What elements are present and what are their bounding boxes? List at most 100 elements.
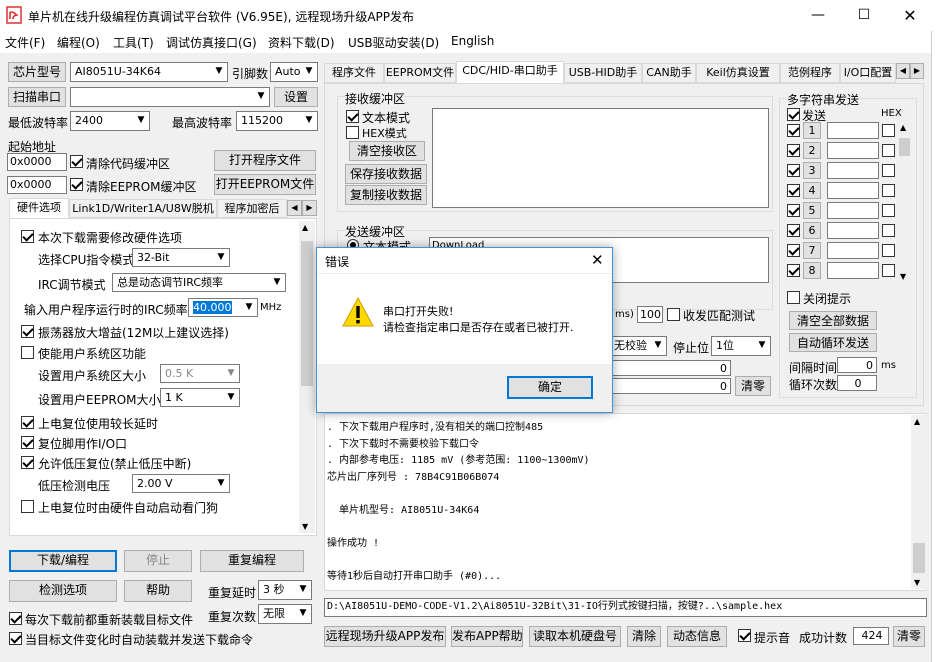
- dialog-ok-button[interactable]: 确定: [507, 376, 593, 399]
- hw-scroll-thumb[interactable]: [301, 241, 313, 386]
- clear-eeprom-checkbox[interactable]: [70, 178, 83, 191]
- clear-count-button[interactable]: 清零: [735, 376, 771, 396]
- multi-send-button[interactable]: 6: [803, 222, 821, 239]
- tab-examples[interactable]: 范例程序: [780, 63, 840, 83]
- multi-hex-checkbox[interactable]: [882, 164, 895, 177]
- multi-send-input[interactable]: [827, 142, 879, 159]
- auto-loop-send-button[interactable]: 自动循环发送: [789, 333, 877, 352]
- help-button[interactable]: 帮助: [124, 580, 192, 602]
- menu-program[interactable]: 编程(O): [57, 34, 100, 51]
- menu-english[interactable]: English: [451, 34, 494, 48]
- irc-freq-select[interactable]: 40.000 ▼: [188, 298, 258, 317]
- multi-send-scrollbar[interactable]: ▲ ▼: [897, 122, 912, 282]
- multi-send-input[interactable]: [827, 182, 879, 199]
- menu-usb[interactable]: USB驱动安装(D): [348, 34, 439, 51]
- irc-mode-select[interactable]: 总是动态调节IRC频率 ▼: [112, 273, 286, 292]
- lead-count-select[interactable]: Auto ▼: [270, 62, 318, 82]
- multi-hex-checkbox[interactable]: [882, 124, 895, 137]
- repeat-program-button[interactable]: 重复编程: [200, 550, 304, 572]
- tab-scroll-right-icon[interactable]: ▶: [302, 200, 317, 216]
- match-test-checkbox[interactable]: [667, 308, 680, 321]
- check-options-button[interactable]: 检测选项: [9, 580, 117, 602]
- multi-send-input[interactable]: [827, 122, 879, 139]
- multi-send-input[interactable]: [827, 222, 879, 239]
- scroll-up-icon[interactable]: ▲: [914, 417, 920, 426]
- settings-button[interactable]: 设置: [274, 87, 318, 107]
- multi-hex-checkbox[interactable]: [882, 204, 895, 217]
- multi-send-checkbox[interactable]: [787, 124, 800, 137]
- port-select[interactable]: ▼: [70, 87, 270, 107]
- repeat-delay-select[interactable]: 3 秒 ▼: [258, 580, 312, 600]
- eeprom-size-select[interactable]: 1 K ▼: [160, 388, 240, 407]
- multi-send-button[interactable]: 7: [803, 242, 821, 259]
- auto-load-checkbox[interactable]: [9, 632, 22, 645]
- menu-debug[interactable]: 调试仿真接口(G): [166, 34, 257, 51]
- multi-send-all-checkbox[interactable]: [787, 108, 800, 121]
- tab-program-file[interactable]: 程序文件: [324, 63, 384, 83]
- tab-cdc-hid-serial[interactable]: CDC/HID-串口助手: [456, 61, 564, 83]
- clear-code-checkbox[interactable]: [70, 155, 83, 168]
- period-input[interactable]: 100: [637, 306, 663, 323]
- multi-send-input[interactable]: [827, 162, 879, 179]
- download-program-button[interactable]: 下载/编程: [9, 550, 117, 572]
- multi-hex-checkbox[interactable]: [882, 184, 895, 197]
- receive-textarea[interactable]: [432, 108, 769, 208]
- tab-scroll-left-icon[interactable]: ◀: [287, 200, 302, 216]
- por-delay-checkbox[interactable]: [21, 416, 34, 429]
- multi-send-input[interactable]: [827, 202, 879, 219]
- reload-checkbox[interactable]: [9, 612, 22, 625]
- lvr-checkbox[interactable]: [21, 456, 34, 469]
- max-baud-select[interactable]: 115200 ▼: [236, 111, 318, 131]
- close-tip-checkbox[interactable]: [787, 291, 800, 304]
- multi-hex-checkbox[interactable]: [882, 144, 895, 157]
- interval-input[interactable]: 0: [837, 357, 877, 373]
- multi-scroll-thumb[interactable]: [899, 138, 910, 156]
- recv-text-mode-checkbox[interactable]: [346, 110, 359, 123]
- tab-link1d[interactable]: Link1D/Writer1A/U8W脱机: [69, 199, 217, 218]
- multi-send-button[interactable]: 2: [803, 142, 821, 159]
- tab-encryption[interactable]: 程序加密后: [217, 199, 287, 218]
- multi-send-button[interactable]: 4: [803, 182, 821, 199]
- eeprom-address-input[interactable]: 0x0000: [7, 176, 67, 194]
- save-receive-button[interactable]: 保存接收数据: [345, 164, 427, 184]
- multi-hex-checkbox[interactable]: [882, 244, 895, 257]
- tab-can[interactable]: CAN助手: [642, 63, 696, 83]
- repeat-count-select[interactable]: 无限 ▼: [258, 604, 312, 624]
- clear-all-button[interactable]: 清空全部数据: [789, 311, 877, 330]
- multi-send-checkbox[interactable]: [787, 144, 800, 157]
- multi-send-checkbox[interactable]: [787, 204, 800, 217]
- log-scrollbar[interactable]: ▲ ▼: [911, 415, 927, 589]
- clear-log-button[interactable]: 清除: [627, 626, 661, 647]
- stop-bit-select[interactable]: 1位 ▼: [711, 336, 771, 356]
- parity-select[interactable]: 无校验 ▼: [609, 336, 667, 356]
- code-address-input[interactable]: 0x0000: [7, 153, 67, 171]
- recv-hex-mode-checkbox[interactable]: [346, 126, 359, 139]
- dynamic-info-button[interactable]: 动态信息: [667, 626, 727, 647]
- open-program-file-button[interactable]: 打开程序文件: [214, 150, 316, 171]
- open-eeprom-file-button[interactable]: 打开EEPROM文件: [214, 174, 316, 195]
- osc-gain-checkbox[interactable]: [21, 325, 34, 338]
- cpu-mode-select[interactable]: 32-Bit ▼: [132, 248, 230, 267]
- multi-send-checkbox[interactable]: [787, 164, 800, 177]
- modify-hw-checkbox[interactable]: [21, 230, 34, 243]
- read-disk-button[interactable]: 读取本机硬盘号: [529, 626, 621, 647]
- copy-receive-button[interactable]: 复制接收数据: [345, 185, 427, 205]
- stop-button[interactable]: 停止: [124, 550, 192, 572]
- rtab-scroll-right-icon[interactable]: ▶: [910, 63, 924, 79]
- minimize-icon[interactable]: —: [795, 0, 841, 31]
- remote-publish-button[interactable]: 远程现场升级APP发布: [324, 626, 446, 647]
- multi-send-button[interactable]: 3: [803, 162, 821, 179]
- multi-send-button[interactable]: 5: [803, 202, 821, 219]
- lvd-select[interactable]: 2.00 V ▼: [132, 474, 230, 493]
- multi-send-input[interactable]: [827, 242, 879, 259]
- multi-send-checkbox[interactable]: [787, 264, 800, 277]
- multi-send-checkbox[interactable]: [787, 224, 800, 237]
- tab-usb-hid[interactable]: USB-HID助手: [564, 63, 642, 83]
- publish-help-button[interactable]: 发布APP帮助: [451, 626, 523, 647]
- multi-send-button[interactable]: 1: [803, 122, 821, 139]
- rtab-scroll-left-icon[interactable]: ◀: [896, 63, 910, 79]
- scroll-down-icon[interactable]: ▼: [914, 578, 920, 587]
- chip-model-button[interactable]: 芯片型号: [8, 62, 66, 82]
- scan-port-button[interactable]: 扫描串口: [8, 87, 66, 107]
- multi-hex-checkbox[interactable]: [882, 264, 895, 277]
